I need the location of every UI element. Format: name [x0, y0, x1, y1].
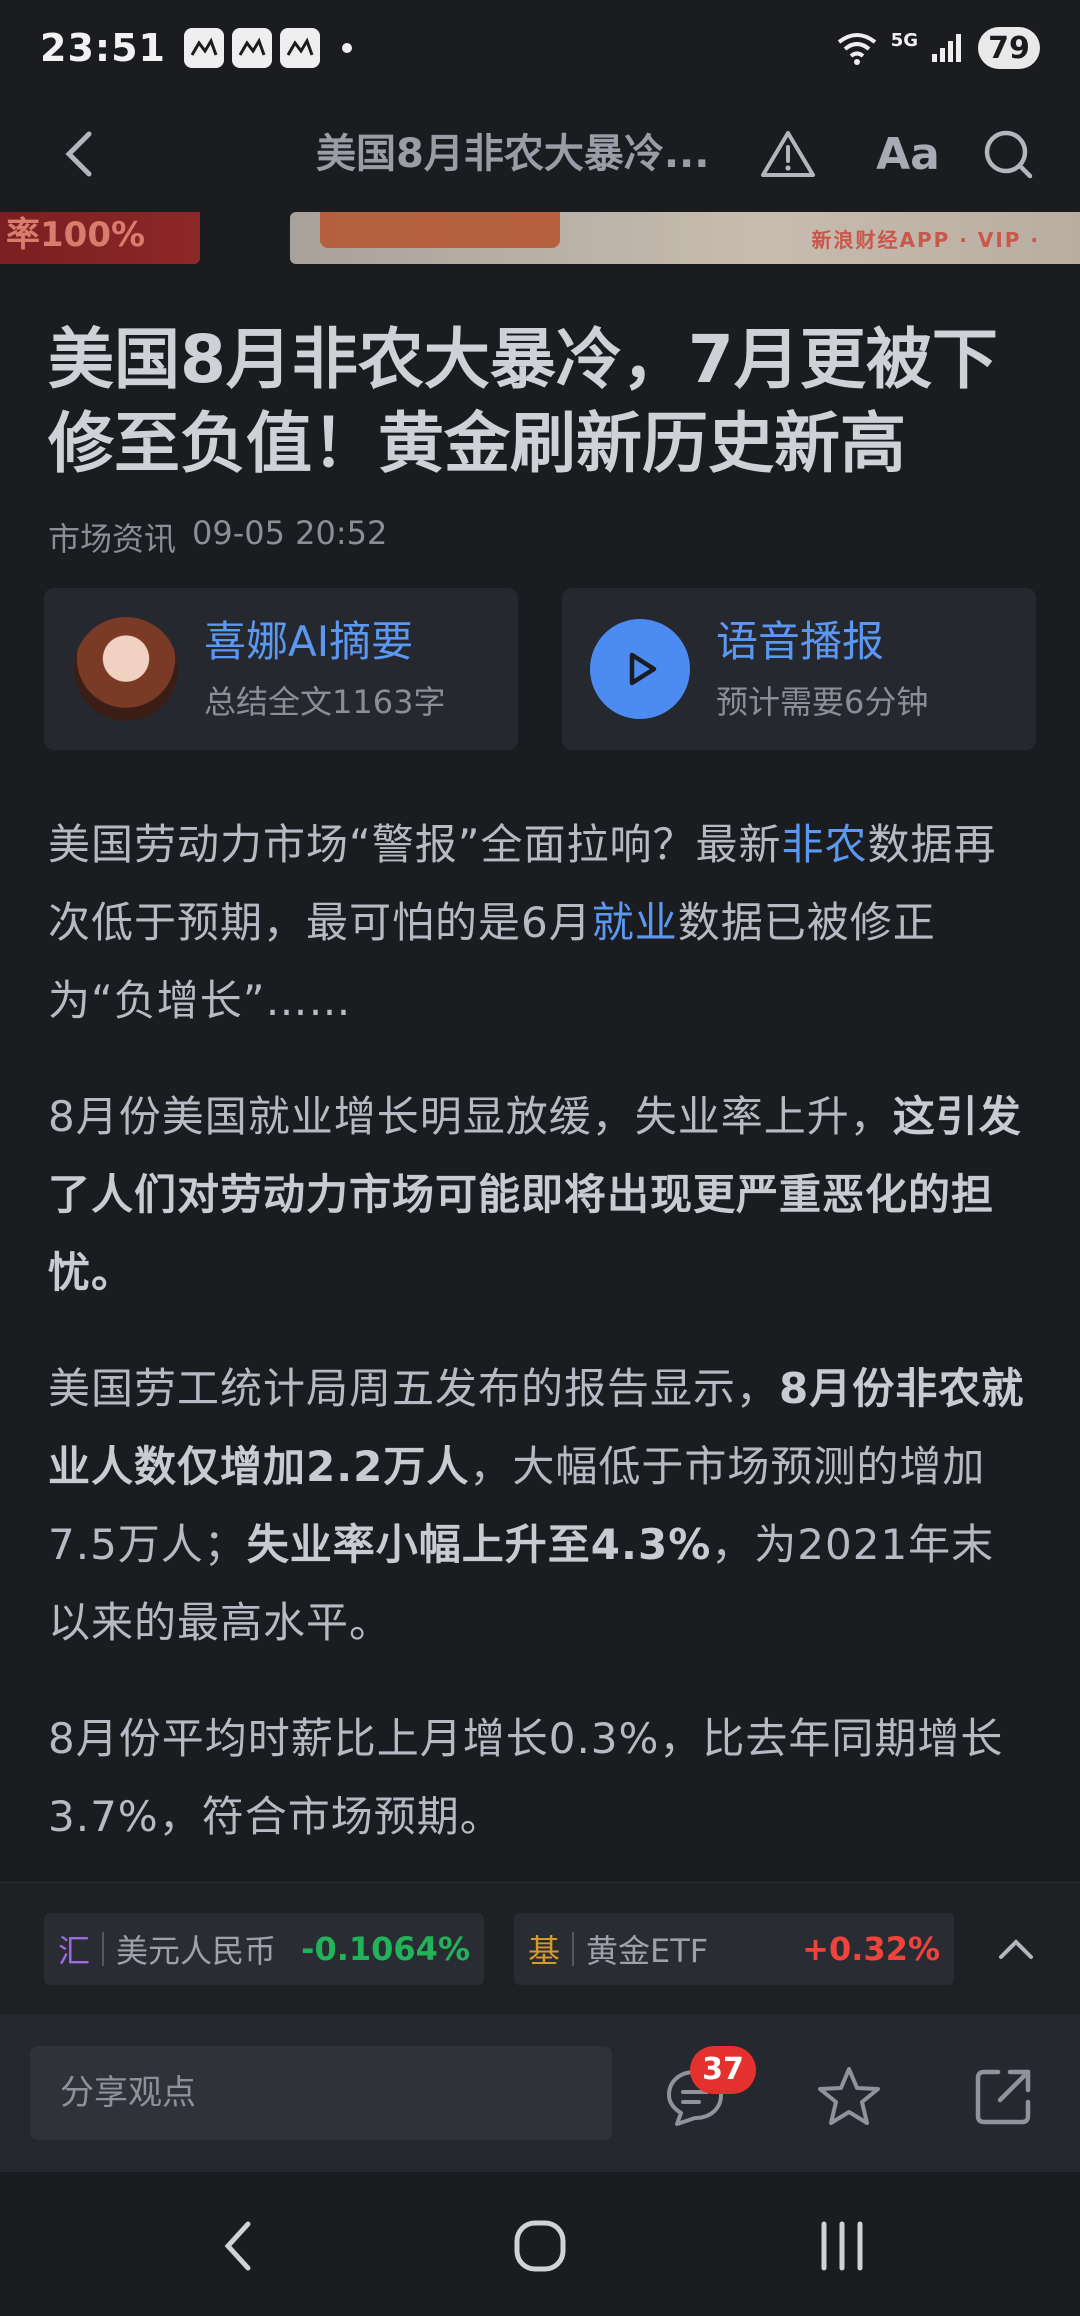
wifi-icon [837, 33, 876, 65]
status-time: 23:51 [40, 26, 166, 70]
paragraph-1: 美国劳动力市场“警报”全面拉响？最新非农数据再次低于预期，最可怕的是6月就业数据… [48, 806, 1034, 1040]
text: 美国劳工统计局周五发布的报告显示， [48, 1364, 780, 1413]
network-type: 5G [890, 29, 918, 51]
ai-summary-title: 喜娜AI摘要 [204, 617, 414, 666]
play-icon[interactable] [590, 619, 690, 719]
article-source[interactable]: 市场资讯 [48, 514, 176, 560]
warning-icon [761, 131, 815, 177]
signal-icon [932, 34, 961, 62]
chevron-left-icon [224, 2221, 251, 2271]
text: 8月份美国就业增长明显放缓，失业率上升， [48, 1092, 893, 1141]
audio-broadcast-card[interactable]: 语音播报 预计需要6分钟 [562, 588, 1036, 750]
system-navigation-bar [0, 2172, 1080, 2316]
back-button[interactable] [48, 124, 108, 184]
text: 美国劳动力市场“警报”全面拉响？最新 [48, 820, 782, 869]
notification-icons [183, 28, 352, 68]
promo-banner[interactable]: 率100% 新浪财经APP · VIP · [0, 212, 1080, 268]
ai-summary-card[interactable]: 喜娜AI摘要 总结全文1163字 [44, 588, 518, 750]
search-icon [984, 130, 1033, 179]
chevron-up-icon [999, 1939, 1033, 1959]
app-notification-icon [231, 28, 272, 68]
font-size-button[interactable]: Aa [864, 122, 952, 186]
feature-cards: 喜娜AI摘要 总结全文1163字 语音播报 预计需要6分钟 [44, 588, 1036, 750]
chevron-left-icon [65, 131, 92, 177]
related-quotes-bar: 汇 美元人民币 -0.1064% 基 黄金ETF +0.32% [0, 1882, 1080, 2014]
star-icon [818, 2067, 880, 2125]
search-button[interactable] [976, 122, 1040, 186]
status-bar: 23:51 5G 79 [0, 0, 1080, 96]
collapse-quotes-button[interactable] [990, 1923, 1042, 1975]
article-body: 美国劳动力市场“警报”全面拉响？最新非农数据再次低于预期，最可怕的是6月就业数据… [48, 806, 1034, 1894]
quote-name: 黄金ETF [586, 1932, 709, 1970]
battery-indicator: 79 [978, 27, 1040, 69]
home-icon [514, 2220, 566, 2272]
article-header: 美国8月非农大暴冷... Aa [0, 96, 1080, 212]
keyword-link-nonfarm[interactable]: 非农 [782, 820, 868, 869]
app-notification-icon [279, 28, 320, 68]
app-notification-icon [183, 28, 224, 68]
audio-subtitle: 预计需要6分钟 [716, 683, 929, 721]
header-title: 美国8月非农大暴冷... [316, 131, 710, 177]
keyword-link-employment[interactable]: 就业 [592, 898, 678, 947]
status-indicators: 5G 79 [835, 27, 1040, 69]
article-title: 美国8月非农大暴冷，7月更被下修至负值！黄金刷新历史新高 [48, 321, 998, 482]
bold-text: 失业率小幅上升至4.3% [246, 1520, 712, 1569]
nav-home-button[interactable] [500, 2212, 580, 2280]
quote-change: -0.1064% [301, 1930, 470, 1968]
nav-back-button[interactable] [198, 2212, 278, 2280]
divider [572, 1932, 575, 1966]
share-icon [975, 2069, 1031, 2125]
quote-type-tag: 基 [528, 1932, 561, 1970]
banner-graphic [320, 212, 560, 248]
favorite-button[interactable] [814, 2062, 884, 2132]
article-head: 美国8月非农大暴冷，7月更被下修至负值！黄金刷新历史新高 市场资讯 09-05 … [48, 318, 1038, 560]
article-datetime: 09-05 20:52 [192, 514, 388, 552]
banner-right-text: 新浪财经APP · VIP · [811, 228, 1040, 252]
nav-recents-button[interactable] [802, 2212, 882, 2280]
more-notifications-dot [341, 43, 352, 53]
quote-change: +0.32% [802, 1930, 940, 1968]
report-button[interactable] [756, 122, 820, 186]
paragraph-4: 8月份平均时薪比上月增长0.3%，比去年同期增长3.7%，符合市场预期。 [48, 1714, 1004, 1841]
recents-icon [821, 2221, 863, 2271]
divider [102, 1932, 105, 1966]
avatar [74, 617, 178, 721]
article-meta: 市场资讯 09-05 20:52 [48, 514, 1038, 560]
audio-title: 语音播报 [716, 617, 885, 666]
comment-input[interactable]: 分享观点 [30, 2046, 612, 2140]
banner-left-text: 率100% [0, 212, 200, 264]
paragraph-2: 8月份美国就业增长明显放缓，失业率上升，这引发了人们对劳动力市场可能即将出现更严… [48, 1078, 1034, 1312]
banner-ad[interactable]: 新浪财经APP · VIP · [290, 212, 1080, 264]
comment-count-badge: 37 [690, 2046, 756, 2094]
bottom-action-bar: 分享观点 37 [0, 2014, 1080, 2172]
share-button[interactable] [968, 2062, 1038, 2132]
quote-gold-etf[interactable]: 基 黄金ETF +0.32% [514, 1913, 954, 1985]
quote-name: 美元人民币 [116, 1932, 277, 1970]
ai-summary-subtitle: 总结全文1163字 [204, 683, 446, 721]
quote-type-tag: 汇 [58, 1932, 91, 1970]
paragraph-3: 美国劳工统计局周五发布的报告显示，8月份非农就业人数仅增加2.2万人，大幅低于市… [48, 1350, 1034, 1662]
quote-usdcny[interactable]: 汇 美元人民币 -0.1064% [44, 1913, 484, 1985]
